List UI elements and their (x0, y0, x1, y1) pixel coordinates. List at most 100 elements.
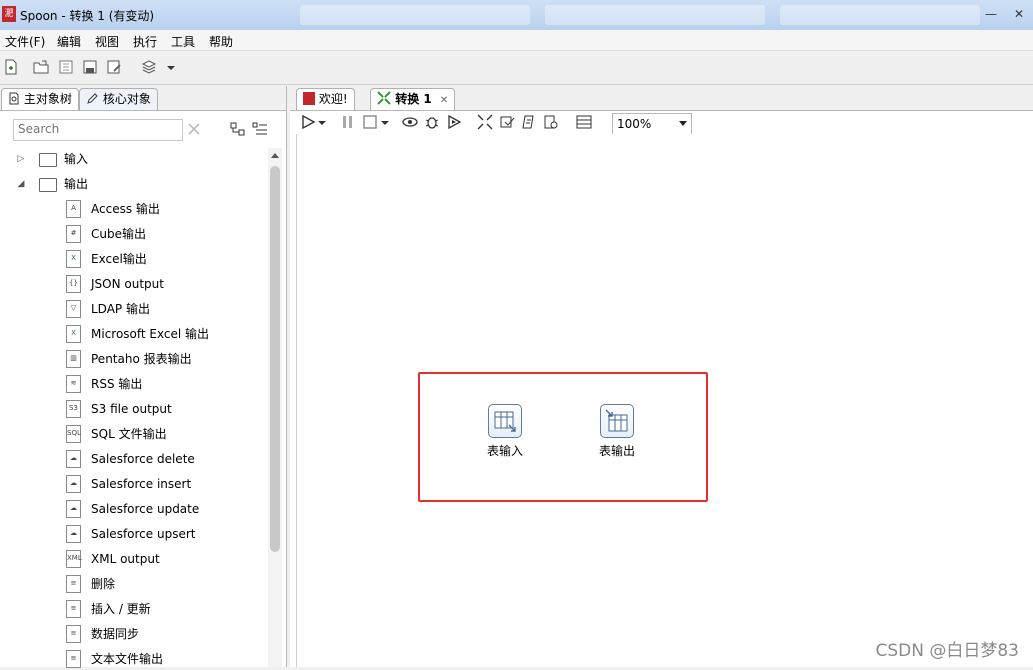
tree-item-label: Salesforce update (91, 502, 200, 516)
tree-item-s3-file-output[interactable]: S3 S3 file output (0, 398, 266, 420)
step-table-output[interactable]: 表输出 (587, 404, 647, 459)
text-file-icon: ≡ (66, 650, 81, 668)
new-file-icon[interactable] (3, 59, 19, 75)
tree-item-excel-output[interactable]: X Excel输出 (0, 248, 266, 270)
chevron-right-icon[interactable]: ▷ (16, 148, 26, 170)
chevron-down-icon (679, 121, 687, 126)
tree-item-data-sync[interactable]: ≡ 数据同步 (0, 623, 266, 645)
sql-icon: SQL (66, 425, 81, 443)
menu-run[interactable]: 执行 (133, 33, 157, 50)
expand-all-icon[interactable] (252, 122, 268, 136)
spoon-logo-icon: 淝 (2, 6, 16, 22)
replay-icon[interactable] (446, 114, 462, 130)
tree-item-label: Salesforce insert (91, 477, 192, 491)
step-table-input[interactable]: 表输入 (475, 404, 535, 459)
layers-perspective-icon[interactable] (141, 59, 157, 75)
zoom-select[interactable]: 100% (612, 113, 692, 135)
search-box (13, 119, 183, 141)
results-pane-icon[interactable] (576, 114, 592, 130)
tree-item-insert-update[interactable]: ≡ 插入 / 更新 (0, 598, 266, 620)
editor-panel: 欢迎! 转换 1 ✕ 100% 表输入 表输出 (290, 86, 1033, 667)
database-delete-icon: ≡ (66, 575, 81, 593)
tree-folder-label: 输入 (64, 152, 89, 166)
tree-item-label: LDAP 输出 (91, 302, 150, 316)
transformation-canvas[interactable]: 表输入 表输出 (296, 134, 1033, 667)
tab-transformation-1[interactable]: 转换 1 ✕ (370, 88, 456, 110)
tree-item-salesforce-upsert[interactable]: ☁ Salesforce upsert (0, 523, 266, 545)
close-tab-icon[interactable]: ✕ (440, 95, 448, 106)
stop-icon[interactable] (362, 114, 378, 130)
folder-icon (39, 153, 57, 167)
tree-item-delete[interactable]: ≡ 删除 (0, 573, 266, 595)
tree-item-xml-output[interactable]: XML XML output (0, 548, 266, 570)
editor-tab-strip: 欢迎! 转换 1 ✕ (290, 86, 1033, 111)
main-toolbar (0, 51, 1033, 85)
menu-tools[interactable]: 工具 (171, 33, 195, 50)
menu-edit[interactable]: 编辑 (57, 33, 81, 50)
database-sync-icon: ≡ (66, 625, 81, 643)
tree-item-rss-output[interactable]: ≋ RSS 输出 (0, 373, 266, 395)
tree-item-pentaho-report-output[interactable]: ▥ Pentaho 报表输出 (0, 348, 266, 370)
chevron-down-icon[interactable]: ◢ (16, 173, 26, 195)
verify-icon[interactable] (477, 114, 493, 130)
tree-item-label: S3 file output (91, 402, 172, 416)
collapse-all-icon[interactable] (230, 122, 246, 136)
tab-main-object-tree[interactable]: 主对象树 (1, 88, 79, 110)
menu-bar: 文件(F) 编辑 视图 执行 工具 帮助 (0, 30, 1033, 51)
tree-folder-output[interactable]: ◢ 输出 (0, 173, 266, 195)
debug-bug-icon[interactable] (424, 114, 440, 130)
menu-file[interactable]: 文件(F) (5, 33, 45, 50)
search-input[interactable] (14, 120, 182, 138)
tree-item-label: SQL 文件输出 (91, 427, 167, 441)
tree-item-salesforce-insert[interactable]: ☁ Salesforce insert (0, 473, 266, 495)
open-file-icon[interactable] (33, 59, 49, 75)
save-as-icon[interactable] (106, 59, 122, 75)
menu-view[interactable]: 视图 (95, 33, 119, 50)
salesforce-icon: ☁ (66, 475, 81, 493)
run-icon[interactable] (300, 114, 316, 130)
scroll-up-icon[interactable] (271, 152, 279, 158)
tree-item-access-output[interactable]: A Access 输出 (0, 198, 266, 220)
impact-icon[interactable] (499, 114, 515, 130)
minimize-button[interactable]: — (978, 4, 1004, 24)
tree-item-salesforce-delete[interactable]: ☁ Salesforce delete (0, 448, 266, 470)
database-update-icon: ≡ (66, 600, 81, 618)
menu-help[interactable]: 帮助 (209, 33, 233, 50)
clear-search-icon[interactable] (187, 122, 201, 136)
excel-icon: X (66, 250, 81, 268)
tree-item-cube-output[interactable]: # Cube输出 (0, 223, 266, 245)
tree-item-microsoft-excel-output[interactable]: X Microsoft Excel 输出 (0, 323, 266, 345)
explore-repository-icon[interactable] (58, 59, 74, 75)
left-tab-strip: 主对象树 核心对象 (0, 86, 286, 111)
scrollbar-thumb[interactable] (270, 166, 280, 552)
tree-item-ldap-output[interactable]: ▽ LDAP 输出 (0, 298, 266, 320)
tree-item-label: Salesforce delete (91, 452, 195, 466)
window-title: Spoon - 转换 1 (有变动) (20, 9, 155, 23)
pause-icon[interactable] (340, 114, 356, 130)
sql-icon[interactable] (521, 114, 537, 130)
title-bar: 淝 Spoon - 转换 1 (有变动) — ✕ (0, 0, 1033, 31)
close-button[interactable]: ✕ (1006, 4, 1032, 24)
report-icon: ▥ (66, 350, 81, 368)
chevron-down-icon[interactable] (165, 59, 177, 75)
table-output-icon (600, 404, 634, 438)
highlight-annotation (418, 372, 708, 502)
tree-scrollbar[interactable] (268, 148, 282, 667)
tree-item-salesforce-update[interactable]: ☁ Salesforce update (0, 498, 266, 520)
tree-item-sql-file-output[interactable]: SQL SQL 文件输出 (0, 423, 266, 445)
preview-eye-icon[interactable] (402, 114, 418, 130)
tree-item-label: Salesforce upsert (91, 527, 196, 541)
tree-item-label: Access 输出 (91, 202, 160, 216)
background-window-tab (545, 5, 765, 25)
chevron-down-icon[interactable] (380, 114, 390, 130)
tab-core-objects[interactable]: 核心对象 (79, 88, 158, 110)
pencil-icon (87, 93, 98, 104)
explore-db-icon[interactable] (543, 114, 559, 130)
save-icon[interactable] (82, 59, 98, 75)
tree-folder-input[interactable]: ▷ 输入 (0, 148, 266, 170)
tree-item-json-output[interactable]: {} JSON output (0, 273, 266, 295)
chevron-down-icon[interactable] (317, 114, 327, 130)
transformation-toolbar: 100% (296, 112, 1033, 135)
tab-welcome[interactable]: 欢迎! (296, 88, 355, 110)
salesforce-icon: ☁ (66, 525, 81, 543)
